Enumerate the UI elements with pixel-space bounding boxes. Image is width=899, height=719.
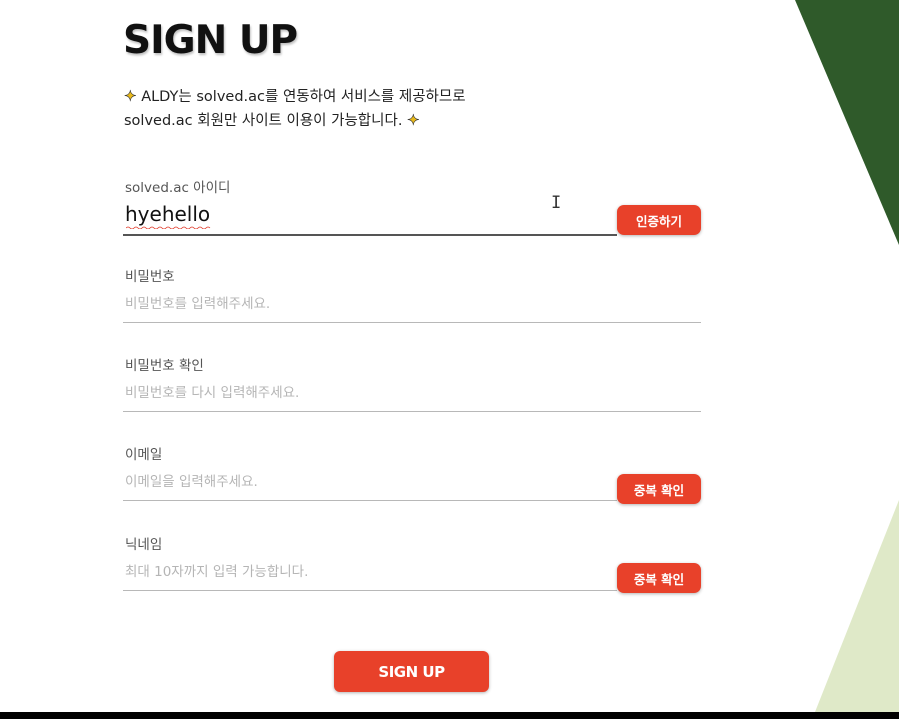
password-confirm-input[interactable] (123, 381, 697, 405)
sparkle-icon: ✦ (407, 111, 420, 130)
light-green-triangle (815, 500, 899, 712)
nickname-duplicate-check-button[interactable]: 중복 확인 (617, 563, 701, 593)
nickname-underline (123, 590, 617, 591)
intro-text: ✦ ALDY는 solved.ac를 연동하여 서비스를 제공하므로 solve… (124, 85, 466, 133)
verify-button[interactable]: 인증하기 (617, 205, 701, 235)
intro-line-2-text: solved.ac 회원만 사이트 이용이 가능합니다. (124, 113, 403, 129)
spellcheck-underline (126, 226, 211, 229)
intro-line-1-text: ALDY는 solved.ac를 연동하여 서비스를 제공하므로 (141, 89, 466, 105)
email-underline (123, 500, 617, 501)
id-underline (123, 234, 617, 236)
id-label: solved.ac 아이디 (125, 180, 231, 196)
id-input[interactable] (123, 199, 607, 229)
page-title: SIGN UP (123, 18, 298, 63)
sparkle-icon: ✦ (124, 87, 137, 106)
intro-line-2: solved.ac 회원만 사이트 이용이 가능합니다. ✦ (124, 109, 466, 133)
signup-page: SIGN UP ✦ ALDY는 solved.ac를 연동하여 서비스를 제공하… (0, 0, 899, 712)
password-underline (123, 322, 701, 323)
dark-green-triangle (795, 0, 899, 245)
password-input[interactable] (123, 292, 697, 316)
intro-line-1: ✦ ALDY는 solved.ac를 연동하여 서비스를 제공하므로 (124, 85, 466, 109)
i-beam-cursor-icon: I (551, 193, 562, 213)
password-confirm-underline (123, 411, 701, 412)
email-duplicate-check-button[interactable]: 중복 확인 (617, 474, 701, 504)
nickname-input[interactable] (123, 560, 612, 584)
password-label: 비밀번호 (125, 269, 175, 285)
nickname-label: 닉네임 (125, 537, 163, 553)
password-confirm-label: 비밀번호 확인 (125, 358, 204, 374)
email-label: 이메일 (125, 447, 163, 463)
email-input[interactable] (123, 470, 612, 494)
signup-submit-button[interactable]: SIGN UP (334, 651, 489, 692)
